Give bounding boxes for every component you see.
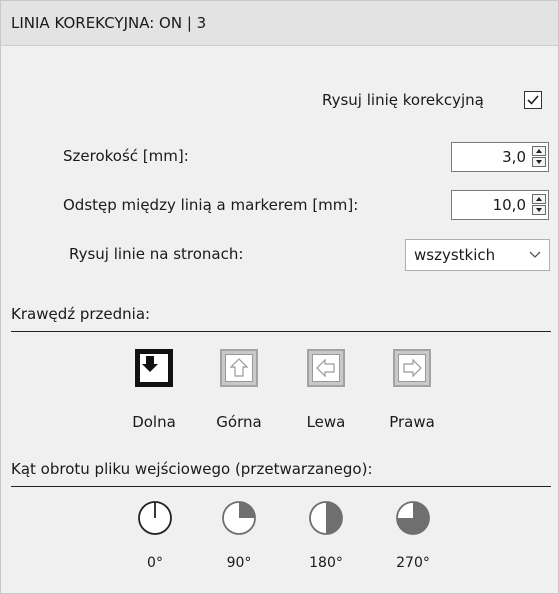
triangle-up-icon	[536, 149, 542, 153]
width-stepper[interactable]: 3,0	[451, 142, 549, 172]
arrow-down-icon	[142, 356, 158, 372]
rotation-180-label: 180°	[309, 555, 343, 571]
rotation-0-icon	[138, 501, 172, 535]
chevron-down-icon	[529, 251, 541, 258]
rotation-180-button[interactable]	[306, 498, 346, 538]
triangle-up-icon	[536, 197, 542, 201]
rotation-90-icon	[222, 501, 256, 535]
arrow-left-icon	[316, 358, 335, 378]
edge-top-label: Górna	[216, 413, 262, 431]
spacing-stepper[interactable]: 10,0	[451, 190, 549, 220]
panel-title: LINIA KOREKCYJNA: ON | 3	[11, 14, 207, 32]
pages-label: Rysuj linie na stronach:	[69, 245, 244, 263]
section-divider	[11, 331, 551, 332]
rotation-0-button[interactable]	[135, 498, 175, 538]
spacing-increment-button[interactable]	[532, 194, 546, 204]
edge-left-inner	[312, 354, 340, 382]
draw-line-label: Rysuj linię korekcyjną	[322, 91, 484, 109]
checkmark-icon	[527, 95, 539, 105]
rotation-180-icon	[309, 501, 343, 535]
correction-line-panel: LINIA KOREKCYJNA: ON | 3 Rysuj linię kor…	[0, 0, 559, 594]
width-value: 3,0	[502, 148, 526, 166]
edge-bottom-button[interactable]	[135, 349, 173, 387]
arrow-right-icon	[403, 358, 422, 378]
spacing-decrement-button[interactable]	[532, 205, 546, 215]
edge-right-button[interactable]	[393, 349, 431, 387]
rotation-title: Kąt obrotu pliku wejściowego (przetwarza…	[11, 460, 373, 478]
arrow-up-icon	[229, 358, 249, 377]
triangle-down-icon	[536, 208, 542, 212]
width-decrement-button[interactable]	[532, 157, 546, 167]
pages-select[interactable]: wszystkich	[405, 239, 550, 271]
width-increment-button[interactable]	[532, 146, 546, 156]
edge-top-button[interactable]	[220, 349, 258, 387]
triangle-down-icon	[536, 160, 542, 164]
width-label: Szerokość [mm]:	[63, 147, 189, 165]
edge-bottom-label: Dolna	[132, 413, 176, 431]
rotation-90-label: 90°	[226, 555, 252, 571]
rotation-270-label: 270°	[396, 555, 430, 571]
draw-line-checkbox[interactable]	[524, 91, 542, 109]
pages-select-value: wszystkich	[414, 246, 496, 264]
rotation-90-button[interactable]	[219, 498, 259, 538]
panel-header[interactable]: LINIA KOREKCYJNA: ON | 3	[1, 1, 558, 46]
section-divider	[11, 486, 551, 487]
rotation-270-icon	[396, 501, 430, 535]
rotation-0-label: 0°	[147, 555, 163, 571]
edge-bottom-inner	[140, 354, 168, 382]
spacing-value: 10,0	[492, 196, 526, 214]
front-edge-title: Krawędź przednia:	[11, 305, 151, 323]
rotation-270-button[interactable]	[393, 498, 433, 538]
edge-left-button[interactable]	[307, 349, 345, 387]
edge-left-label: Lewa	[306, 413, 346, 431]
edge-right-inner	[398, 354, 426, 382]
spacing-label: Odstęp między linią a markerem [mm]:	[63, 196, 359, 214]
edge-right-label: Prawa	[389, 413, 435, 431]
edge-top-inner	[225, 354, 253, 382]
